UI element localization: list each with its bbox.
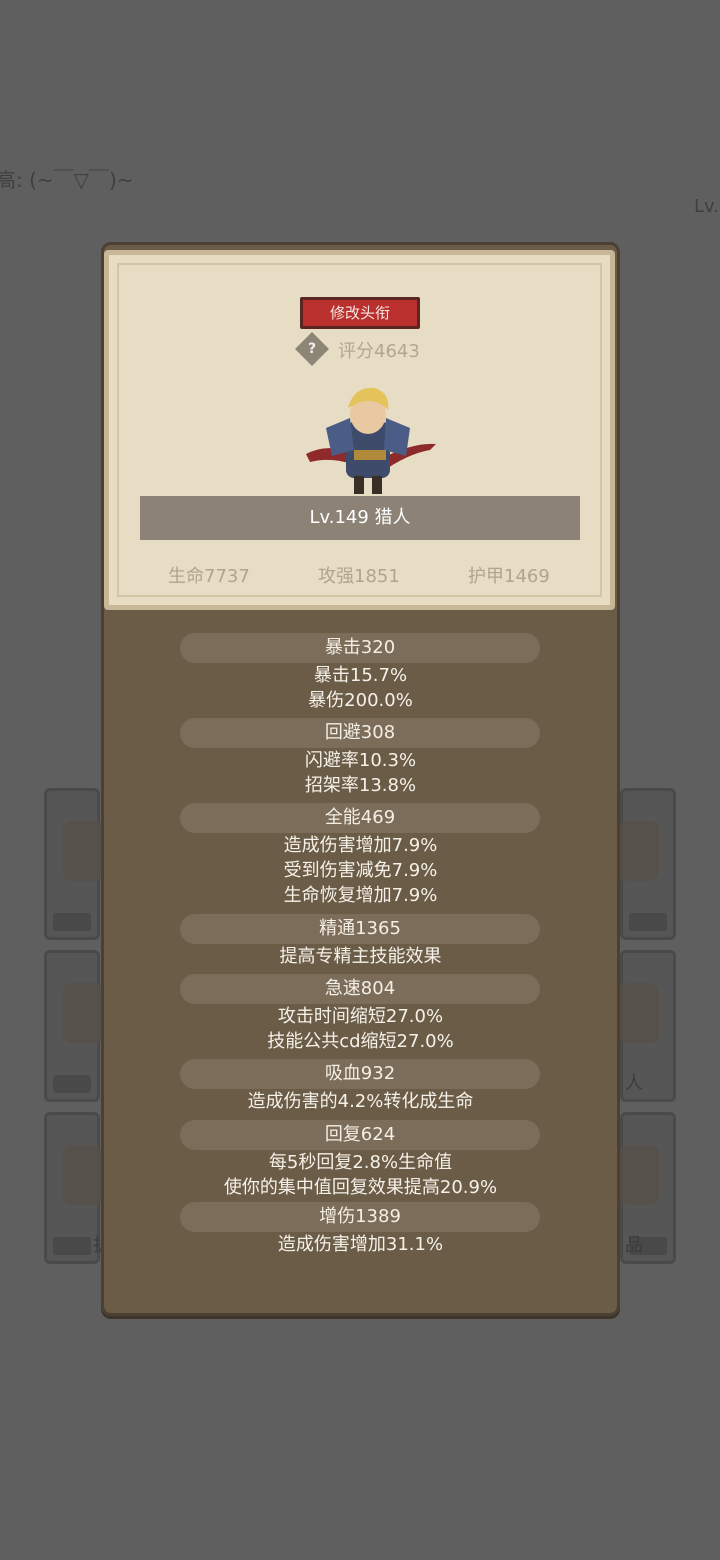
section-header-versatility: 全能469 <box>180 803 540 833</box>
background-equip-slot: 品 <box>619 1112 676 1264</box>
stat-hp: 生命7737 <box>168 566 250 587</box>
section-detail: 暴伤200.0% <box>308 690 413 711</box>
section-header-mastery: 精通1365 <box>180 914 540 944</box>
section-detail: 提高专精主技能效果 <box>279 946 442 967</box>
background-equip-slot <box>44 788 103 940</box>
section-header-crit: 暴击320 <box>180 633 540 663</box>
change-title-button[interactable]: 修改头衔 <box>300 297 420 329</box>
section-detail: 闪避率10.3% <box>304 750 417 771</box>
section-detail: 技能公共cd缩短27.0% <box>267 1031 454 1052</box>
stat-attack: 攻强1851 <box>318 566 400 587</box>
section-detail: 暴击15.7% <box>313 665 408 686</box>
section-detail: 招架率13.8% <box>304 775 417 796</box>
background-equip-slot: 护 <box>44 1112 111 1264</box>
section-header-lifesteal: 吸血932 <box>180 1059 540 1089</box>
character-name-banner: Lv.149 猎人 <box>140 496 580 540</box>
background-equip-slot <box>44 950 103 1102</box>
section-detail: 使你的集中值回复效果提高20.9% <box>223 1177 498 1198</box>
section-detail: 每5秒回复2.8%生命值 <box>268 1152 453 1173</box>
section-detail: 造成伤害增加7.9% <box>283 835 438 856</box>
background-equip-slot: 人 <box>619 950 676 1102</box>
background-title-text: 高: (~￣▽￣)~ <box>0 168 134 192</box>
background-equip-slot <box>619 788 676 940</box>
section-detail: 生命恢复增加7.9% <box>283 885 438 906</box>
section-header-haste: 急速804 <box>180 974 540 1004</box>
section-detail: 攻击时间缩短27.0% <box>277 1006 444 1027</box>
section-header-damage-boost: 增伤1389 <box>180 1202 540 1232</box>
section-detail: 造成伤害的4.2%转化成生命 <box>247 1091 474 1112</box>
help-glyph: ? <box>307 341 317 357</box>
stat-armor: 护甲1469 <box>468 566 550 587</box>
background-level-text: Lv.8 <box>694 196 720 217</box>
section-detail: 造成伤害增加31.1% <box>277 1234 444 1255</box>
hunter-avatar-icon <box>306 387 436 494</box>
background-slot-label: 人 <box>625 1073 643 1094</box>
background-slot-label: 品 <box>625 1235 643 1256</box>
section-detail: 受到伤害减免7.9% <box>283 860 438 881</box>
section-header-regen: 回复624 <box>180 1120 540 1150</box>
section-header-avoidance: 回避308 <box>180 718 540 748</box>
score-text: 评分4643 <box>338 341 420 362</box>
